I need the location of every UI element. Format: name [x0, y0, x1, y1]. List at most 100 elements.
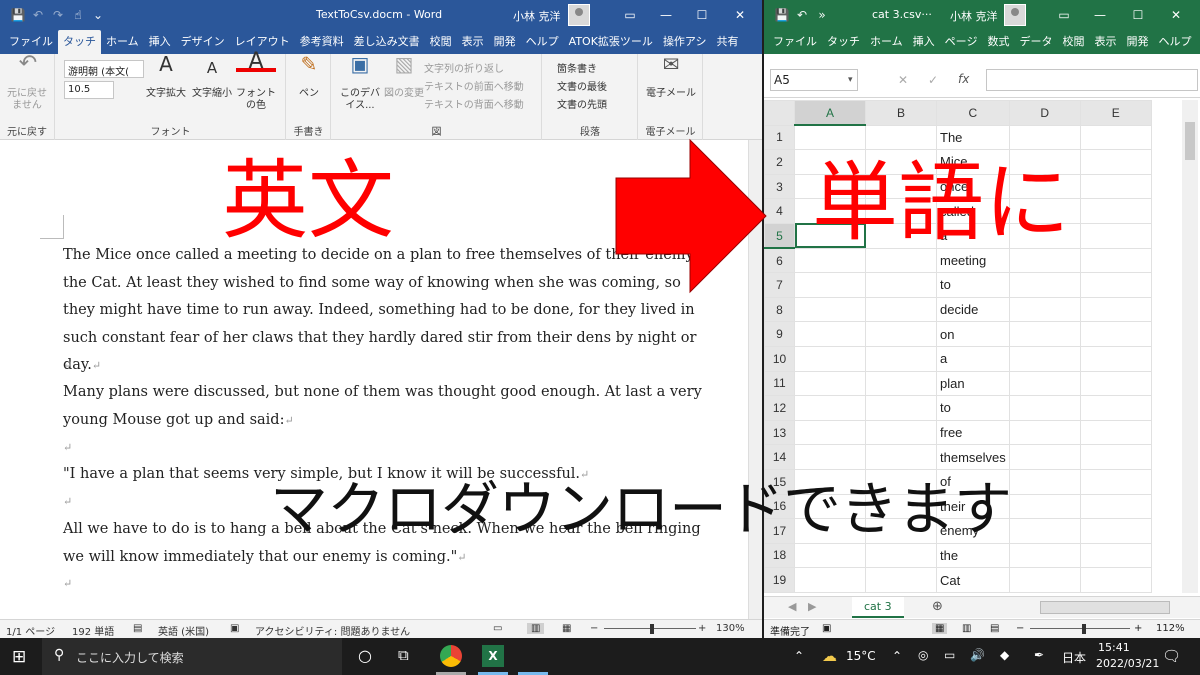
- normal-view-icon[interactable]: ▦: [932, 623, 948, 634]
- row-header[interactable]: 12: [764, 395, 795, 421]
- change-picture-icon[interactable]: ▧: [384, 54, 424, 74]
- cell-D[interactable]: [1008, 567, 1081, 593]
- cell-B[interactable]: [865, 321, 937, 347]
- cell-A[interactable]: [794, 321, 866, 347]
- cell-C[interactable]: a: [936, 345, 1010, 372]
- font-color-label[interactable]: フォント の色: [234, 88, 278, 112]
- close-icon[interactable]: ✕: [1158, 0, 1194, 30]
- scroll-thumb[interactable]: [1185, 122, 1195, 160]
- cell-A[interactable]: [794, 345, 866, 372]
- sheet-next-icon[interactable]: ▶: [808, 600, 816, 613]
- dropbox-icon[interactable]: ◆: [1000, 648, 1009, 662]
- redo-icon[interactable]: ↷: [48, 8, 68, 22]
- cell-C[interactable]: the: [936, 542, 1010, 569]
- cell-E[interactable]: [1079, 247, 1152, 274]
- device-picture-label[interactable]: このデバ イス...: [336, 88, 384, 112]
- shrink-font-icon[interactable]: A: [190, 61, 234, 76]
- cell-E[interactable]: [1079, 444, 1152, 470]
- change-picture-label[interactable]: 図の変更: [380, 88, 428, 100]
- cell-B[interactable]: [865, 124, 937, 151]
- cell-E[interactable]: [1079, 419, 1152, 446]
- cell-D[interactable]: [1008, 444, 1081, 470]
- cell-D[interactable]: [1008, 345, 1081, 372]
- cell-B[interactable]: [865, 567, 937, 593]
- meet-icon[interactable]: ◎: [918, 648, 928, 662]
- cell-B[interactable]: [865, 444, 937, 470]
- zoom-out-icon[interactable]: −: [590, 623, 598, 634]
- cell-D[interactable]: [1008, 395, 1081, 421]
- cell-E[interactable]: [1079, 149, 1152, 175]
- cell-A[interactable]: [794, 395, 866, 421]
- word-count[interactable]: 192 単語: [72, 623, 114, 638]
- web-layout-icon[interactable]: ▦: [562, 623, 571, 634]
- maximize-icon[interactable]: ☐: [1120, 0, 1156, 30]
- row-header[interactable]: 18: [764, 542, 795, 569]
- page-count[interactable]: 1/1 ページ: [6, 623, 55, 638]
- cell-D[interactable]: [1008, 296, 1081, 323]
- cell-E[interactable]: [1079, 518, 1152, 544]
- cell-A[interactable]: [794, 370, 866, 397]
- name-box-dropdown-icon[interactable]: ▾: [848, 75, 853, 85]
- row-header[interactable]: 13: [764, 419, 795, 446]
- excel-tab-4[interactable]: ページ: [940, 30, 983, 54]
- select-all-corner[interactable]: [764, 100, 795, 126]
- excel-tab-2[interactable]: ホーム: [865, 30, 908, 54]
- macro-record-icon[interactable]: ▣: [822, 623, 831, 634]
- save-icon[interactable]: 💾: [772, 8, 792, 22]
- cell-D[interactable]: [1008, 272, 1081, 298]
- touch-mode-icon[interactable]: ☝: [68, 8, 88, 22]
- tab-6[interactable]: 参考資料: [295, 30, 349, 54]
- accessibility-status[interactable]: アクセシビリティ: 問題ありません: [255, 623, 410, 638]
- clock-time[interactable]: 15:41: [1098, 641, 1130, 654]
- zoom-in-icon[interactable]: +: [1134, 623, 1142, 634]
- zoom-thumb[interactable]: [650, 624, 654, 634]
- empty-paragraph[interactable]: ↵: [63, 352, 713, 380]
- qat-more-icon[interactable]: »: [812, 8, 832, 22]
- row-header[interactable]: 14: [764, 444, 795, 470]
- excel-tab-5[interactable]: 数式: [982, 30, 1014, 54]
- cell-D[interactable]: [1008, 419, 1081, 446]
- avatar[interactable]: [568, 4, 590, 26]
- cell-E[interactable]: [1079, 542, 1152, 569]
- cell-E[interactable]: [1079, 370, 1152, 397]
- tab-3[interactable]: 挿入: [144, 30, 176, 54]
- tab-8[interactable]: 校閲: [425, 30, 457, 54]
- print-layout-icon[interactable]: ▥: [527, 623, 545, 634]
- column-header[interactable]: A: [794, 100, 866, 127]
- empty-paragraph[interactable]: ↵: [63, 570, 713, 598]
- font-size-select[interactable]: 10.5: [64, 81, 114, 99]
- column-header[interactable]: B: [865, 100, 937, 126]
- zoom-in-icon[interactable]: +: [698, 623, 706, 634]
- excel-user-name[interactable]: 小林 克洋: [950, 8, 998, 24]
- excel-taskbar-icon[interactable]: X: [482, 645, 504, 667]
- excel-tab-6[interactable]: データ: [1014, 30, 1057, 54]
- cell-C[interactable]: The: [936, 124, 1010, 151]
- cell-E[interactable]: [1079, 272, 1152, 298]
- zoom-thumb[interactable]: [1082, 624, 1086, 634]
- cell-A[interactable]: [794, 444, 866, 470]
- cell-B[interactable]: [865, 296, 937, 323]
- excel-tab-3[interactable]: 挿入: [908, 30, 940, 54]
- doc-start-button[interactable]: 文書の先頭: [557, 96, 607, 111]
- cell-D[interactable]: [1008, 124, 1081, 151]
- chrome-icon[interactable]: [440, 645, 462, 667]
- shrink-font-label[interactable]: 文字縮小: [190, 88, 234, 100]
- language-status[interactable]: 英語 (米国): [158, 623, 209, 638]
- cell-E[interactable]: [1079, 296, 1152, 323]
- cell-B[interactable]: [865, 370, 937, 397]
- tab-12[interactable]: ATOK拡張ツール: [564, 30, 658, 54]
- undo-icon[interactable]: ↶: [792, 8, 812, 22]
- cell-C[interactable]: themselves: [936, 444, 1010, 470]
- cell-B[interactable]: [865, 419, 937, 446]
- row-header[interactable]: 8: [764, 296, 795, 323]
- cell-B[interactable]: [865, 345, 937, 372]
- email-label[interactable]: 電子メール: [643, 88, 699, 100]
- grow-font-label[interactable]: 文字拡大: [144, 88, 188, 100]
- cell-A[interactable]: [794, 419, 866, 446]
- column-header[interactable]: E: [1079, 100, 1152, 126]
- tab-11[interactable]: ヘルプ: [521, 30, 564, 54]
- weather-temp[interactable]: 15°C: [846, 649, 876, 663]
- notification-icon[interactable]: 🗨: [1162, 647, 1181, 665]
- horizontal-scrollbar[interactable]: [1040, 601, 1170, 614]
- pen-icon[interactable]: ✎: [291, 54, 327, 74]
